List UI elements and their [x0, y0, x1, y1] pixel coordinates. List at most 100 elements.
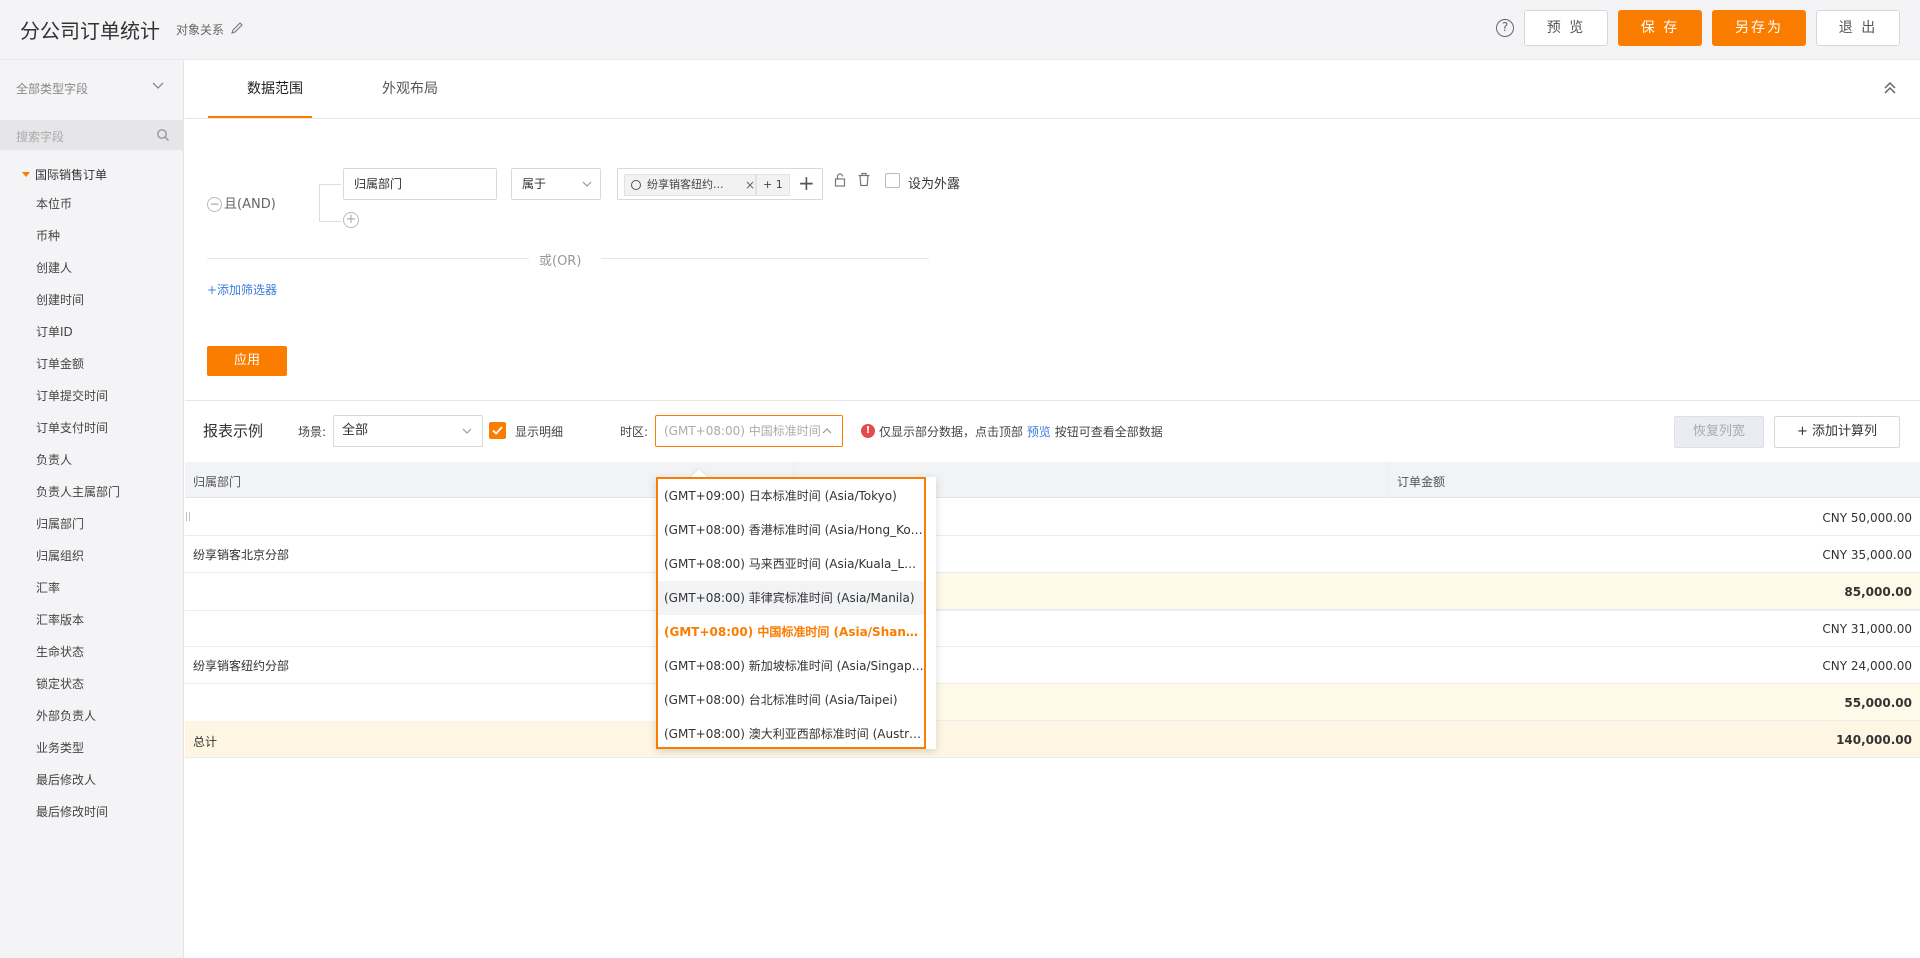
field-item[interactable]: 订单提交时间	[36, 384, 120, 416]
tree-root-object[interactable]: 国际销售订单	[22, 166, 107, 183]
field-item[interactable]: 本位币	[36, 192, 120, 224]
amount-cell: CNY 50,000.00	[1822, 511, 1912, 525]
field-item[interactable]: 币种	[36, 224, 120, 256]
field-item[interactable]: 归属组织	[36, 544, 120, 576]
scene-value: 全部	[342, 423, 369, 438]
total-label: 总计	[193, 735, 218, 749]
tab-data-range[interactable]: 数据范围	[247, 78, 303, 98]
object-relation-label[interactable]: 对象关系	[176, 21, 224, 38]
pencil-icon[interactable]	[230, 21, 244, 35]
partial-data-notice: 仅显示部分数据，点击顶部 预览 按钮可查看全部数据	[879, 423, 1163, 440]
filter-field-select[interactable]: 归属部门	[343, 168, 497, 200]
tab-appearance[interactable]: 外观布局	[382, 78, 438, 98]
apply-button[interactable]: 应用	[207, 346, 287, 376]
operator-value: 属于	[522, 177, 547, 191]
field-search-placeholder: 搜索字段	[16, 130, 65, 144]
column-header-department[interactable]: 归属部门	[193, 473, 241, 490]
total-row: 总计 140,000.00	[185, 721, 1920, 758]
field-item[interactable]: 负责人	[36, 448, 120, 480]
timezone-select[interactable]: (GMT+08:00) 中国标准时间	[655, 415, 843, 447]
add-calculated-column-button[interactable]: + 添加计算列	[1774, 416, 1900, 448]
top-bar: 分公司订单统计 对象关系 ? 预 览 保 存 另存为 退 出	[0, 0, 1920, 60]
field-item[interactable]: 汇率版本	[36, 608, 120, 640]
field-item[interactable]: 创建人	[36, 256, 120, 288]
field-item[interactable]: 订单支付时间	[36, 416, 120, 448]
timezone-option[interactable]: (GMT+08:00) 台北标准时间 (Asia/Taipei)	[658, 683, 924, 717]
tag-close-icon[interactable]: ×	[745, 175, 755, 195]
field-item[interactable]: 最后修改时间	[36, 800, 120, 832]
group-bracket	[319, 184, 341, 222]
timezone-option[interactable]: (GMT+08:00) 新加坡标准时间 (Asia/Singap…	[658, 649, 924, 683]
timezone-option[interactable]: (GMT+09:00) 日本标准时间 (Asia/Tokyo)	[658, 479, 924, 513]
field-sidebar: 全部类型字段 搜索字段 国际销售订单 本位币 币种 创建人 创建时间 订单ID …	[0, 60, 184, 958]
save-button[interactable]: 保 存	[1618, 10, 1702, 46]
chevron-down-icon	[462, 428, 472, 434]
remove-group-icon[interactable]: −	[207, 197, 222, 212]
field-item[interactable]: 业务类型	[36, 736, 120, 768]
timezone-option-selected[interactable]: (GMT+08:00) 中国标准时间 (Asia/Shanghai)	[658, 615, 924, 649]
timezone-dropdown: (GMT+09:00) 日本标准时间 (Asia/Tokyo) (GMT+08:…	[656, 468, 936, 751]
timezone-option-hovered[interactable]: (GMT+08:00) 菲律宾标准时间 (Asia/Manila)	[658, 581, 924, 615]
field-item[interactable]: 负责人主属部门	[36, 480, 120, 512]
collapse-up-icon[interactable]	[1882, 80, 1898, 96]
unlock-icon[interactable]	[833, 173, 847, 187]
field-item[interactable]: 创建时间	[36, 288, 120, 320]
field-search-input[interactable]: 搜索字段	[0, 120, 184, 150]
timezone-label: 时区:	[620, 425, 649, 439]
field-item[interactable]: 锁定状态	[36, 672, 120, 704]
tree-root-label: 国际销售订单	[35, 168, 108, 182]
warning-text-after: 按钮可查看全部数据	[1054, 425, 1163, 439]
filter-operator-select[interactable]: 属于	[511, 168, 601, 200]
field-item[interactable]: 归属部门	[36, 512, 120, 544]
table-row: CNY 50,000.00	[185, 499, 1920, 536]
expose-label: 设为外露	[908, 177, 961, 192]
page-title: 分公司订单统计	[20, 19, 160, 43]
more-tags-count[interactable]: + 1	[756, 174, 790, 196]
timezone-option[interactable]: (GMT+08:00) 马来西亚时间 (Asia/Kuala_L…	[658, 547, 924, 581]
column-header-amount[interactable]: 订单金额	[1397, 473, 1445, 490]
table-row: CNY 35,000.00	[185, 536, 1920, 573]
search-icon[interactable]	[156, 128, 170, 142]
amount-cell: CNY 24,000.00	[1822, 659, 1912, 673]
restore-column-width-button[interactable]: 恢复列宽	[1674, 416, 1764, 448]
or-divider-left	[207, 258, 529, 259]
table-row: CNY 31,000.00	[185, 610, 1920, 647]
field-item[interactable]: 生命状态	[36, 640, 120, 672]
field-item[interactable]: 汇率	[36, 576, 120, 608]
add-condition-icon[interactable]: +	[343, 212, 359, 228]
expose-checkbox[interactable]	[885, 173, 900, 188]
and-label: 且(AND)	[224, 197, 276, 212]
field-item[interactable]: 外部负责人	[36, 704, 120, 736]
or-label[interactable]: 或(OR)	[539, 250, 581, 269]
filter-value-input[interactable]: 纷享销客纽约... × + 1 +	[617, 168, 823, 200]
help-icon[interactable]: ?	[1496, 19, 1514, 37]
warning-icon: !	[861, 424, 875, 438]
settings-tabs: 数据范围 外观布局	[185, 60, 1920, 119]
active-tab-indicator	[208, 116, 312, 118]
amount-cell: CNY 31,000.00	[1822, 622, 1912, 636]
field-item[interactable]: 最后修改人	[36, 768, 120, 800]
timezone-option[interactable]: (GMT+08:00) 香港标准时间 (Asia/Hong_Ko…	[658, 513, 924, 547]
preview-link[interactable]: 预览	[1027, 425, 1051, 439]
field-item[interactable]: 订单金额	[36, 352, 120, 384]
preview-button[interactable]: 预 览	[1524, 10, 1608, 46]
add-value-icon[interactable]: +	[798, 171, 815, 195]
add-filter-link[interactable]: +添加筛选器	[207, 281, 277, 298]
save-as-button[interactable]: 另存为	[1712, 10, 1806, 46]
field-type-select[interactable]: 全部类型字段	[16, 80, 88, 97]
scene-select[interactable]: 全部	[333, 415, 483, 447]
exit-button[interactable]: 退 出	[1816, 10, 1900, 46]
chevron-down-icon[interactable]	[152, 80, 164, 92]
amount-cell: CNY 35,000.00	[1822, 548, 1912, 562]
timezone-option[interactable]: (GMT+08:00) 澳大利亚西部标准时间 (Austr…	[658, 717, 924, 751]
field-item[interactable]: 订单ID	[36, 320, 120, 352]
subtotal-row: 55,000.00	[793, 684, 1920, 721]
trash-icon[interactable]	[857, 172, 871, 187]
scene-label: 场景:	[298, 425, 327, 439]
warning-text-before: 仅显示部分数据，点击顶部	[879, 425, 1024, 439]
caret-down-icon	[22, 172, 30, 177]
department-group-cell: 纷享销客北京分部	[193, 548, 290, 562]
field-list: 本位币 币种 创建人 创建时间 订单ID 订单金额 订单提交时间 订单支付时间 …	[36, 192, 120, 832]
show-detail-checkbox[interactable]	[489, 422, 506, 439]
chevron-down-icon	[582, 181, 592, 187]
